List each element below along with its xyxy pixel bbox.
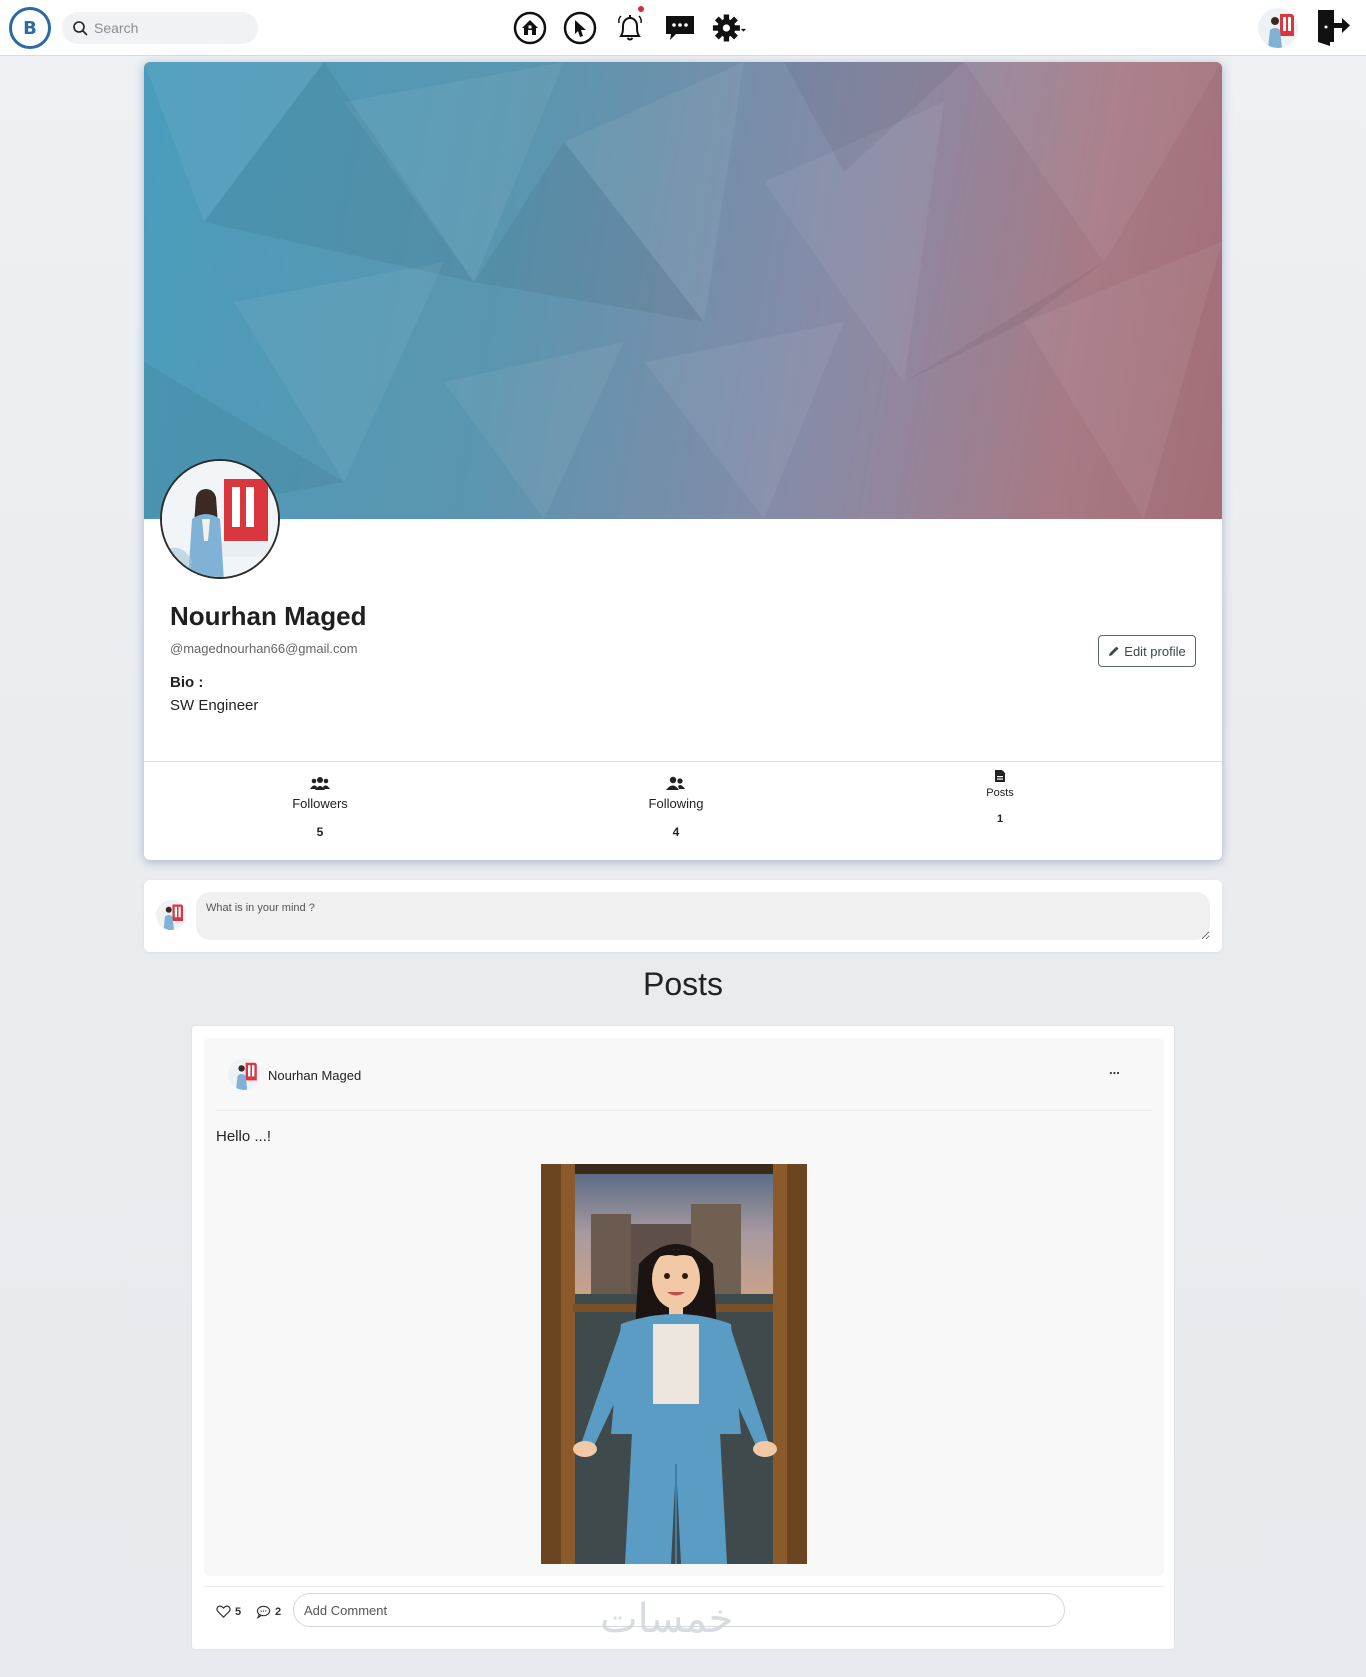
top-navbar: B [0, 0, 1366, 56]
pencil-icon [1109, 646, 1119, 656]
composer-input[interactable] [196, 892, 1210, 940]
bio-label: Bio : [170, 674, 204, 691]
profile-photo [162, 461, 278, 577]
avatar-photo [228, 1058, 260, 1090]
home-icon [513, 11, 547, 45]
bio-text: SW Engineer [170, 697, 259, 714]
comment-button[interactable]: 2 [256, 1604, 281, 1619]
notifications-button[interactable] [608, 6, 652, 50]
followers-count: 5 [316, 825, 324, 839]
post-text: Hello ...! [216, 1128, 272, 1145]
posts-count: 1 [996, 813, 1004, 825]
followers-stat[interactable]: Followers 5 [280, 776, 360, 839]
heart-icon [216, 1605, 231, 1618]
post-composer [144, 880, 1222, 952]
posts-icon [995, 770, 1005, 782]
search-input[interactable] [94, 20, 244, 36]
search-box[interactable] [62, 12, 258, 44]
post-options-button[interactable]: ... [1109, 1062, 1120, 1077]
settings-icon [712, 14, 747, 42]
posts-stat[interactable]: Posts 1 [970, 769, 1030, 825]
nav-icon-group [508, 6, 758, 50]
settings-button[interactable] [708, 6, 752, 50]
search-icon [73, 21, 88, 36]
composer-avatar [156, 900, 186, 930]
home-button[interactable] [508, 6, 552, 50]
edit-profile-button[interactable]: Edit profile [1098, 635, 1196, 667]
post-image[interactable] [541, 1164, 807, 1564]
logout-button[interactable] [1312, 6, 1352, 46]
bell-icon [618, 15, 642, 41]
watermark: خمسات [600, 1596, 734, 1642]
stats-divider [144, 761, 1222, 762]
logo-text: B [23, 17, 37, 39]
edit-profile-label: Edit profile [1124, 643, 1186, 659]
post-card: Nourhan Maged ... Hello ...! 5 2 Add Com… [191, 1025, 1175, 1650]
notification-dot [638, 6, 644, 12]
following-label: Following [648, 796, 704, 811]
profile-avatar[interactable] [160, 459, 280, 579]
cover-pattern [144, 62, 1222, 519]
post-body: Nourhan Maged ... Hello ...! [204, 1038, 1164, 1576]
followers-icon [310, 777, 330, 790]
like-count: 5 [235, 1605, 242, 1618]
explore-icon [563, 11, 597, 45]
profile-name: Nourhan Maged [170, 601, 367, 631]
avatar-photo [1258, 8, 1298, 48]
comment-icon [256, 1605, 271, 1619]
post-author-avatar[interactable] [228, 1058, 260, 1090]
nav-avatar[interactable] [1258, 8, 1298, 48]
comment-count: 2 [275, 1605, 282, 1618]
messages-button[interactable] [658, 6, 702, 50]
explore-button[interactable] [558, 6, 602, 50]
profile-card: Nourhan Maged @magednourhan66@gmail.com … [144, 62, 1222, 860]
messages-icon [666, 16, 694, 40]
following-count: 4 [672, 825, 680, 839]
like-button[interactable]: 5 [216, 1604, 241, 1619]
posts-label: Posts [986, 787, 1014, 799]
post-footer-divider [204, 1586, 1164, 1587]
post-header-divider [216, 1110, 1152, 1111]
cover-photo [144, 62, 1222, 519]
following-icon [666, 776, 685, 790]
avatar-photo [156, 900, 186, 930]
followers-label: Followers [292, 796, 348, 811]
posts-heading: Posts [642, 966, 724, 1002]
post-illustration [541, 1164, 807, 1564]
app-logo[interactable]: B [9, 7, 51, 49]
logout-icon [1318, 10, 1350, 46]
following-stat[interactable]: Following 4 [636, 776, 716, 839]
post-author-name[interactable]: Nourhan Maged [268, 1068, 361, 1083]
profile-email: @magednourhan66@gmail.com [170, 641, 358, 656]
